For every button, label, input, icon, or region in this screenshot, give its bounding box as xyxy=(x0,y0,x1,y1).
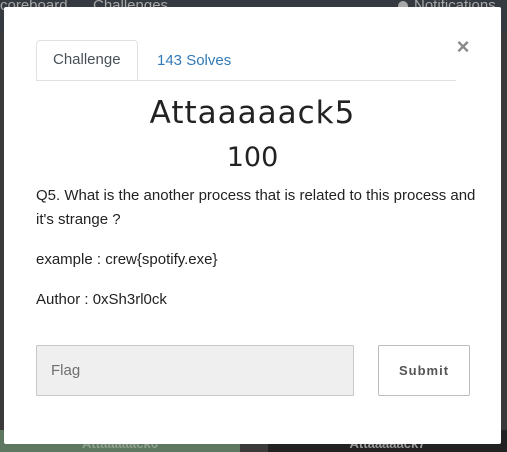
tab-solves[interactable]: 143 Solves xyxy=(140,40,248,81)
modal-tabs: Challenge 143 Solves xyxy=(36,40,456,81)
challenge-modal: × Challenge 143 Solves Attaaaaack5 100 Q… xyxy=(4,7,501,444)
submit-button[interactable]: Submit xyxy=(378,345,470,396)
challenge-author: Author : 0xSh3rl0ck xyxy=(36,291,167,308)
challenge-question: Q5. What is the another process that is … xyxy=(36,187,476,228)
challenge-example: example : crew{spotify.exe} xyxy=(36,251,218,268)
challenge-title: Attaaaaack5 xyxy=(149,95,356,131)
flag-input[interactable] xyxy=(36,345,354,396)
tab-challenge[interactable]: Challenge xyxy=(36,40,138,80)
challenge-points: 100 xyxy=(226,142,279,173)
close-icon[interactable]: × xyxy=(454,36,472,58)
